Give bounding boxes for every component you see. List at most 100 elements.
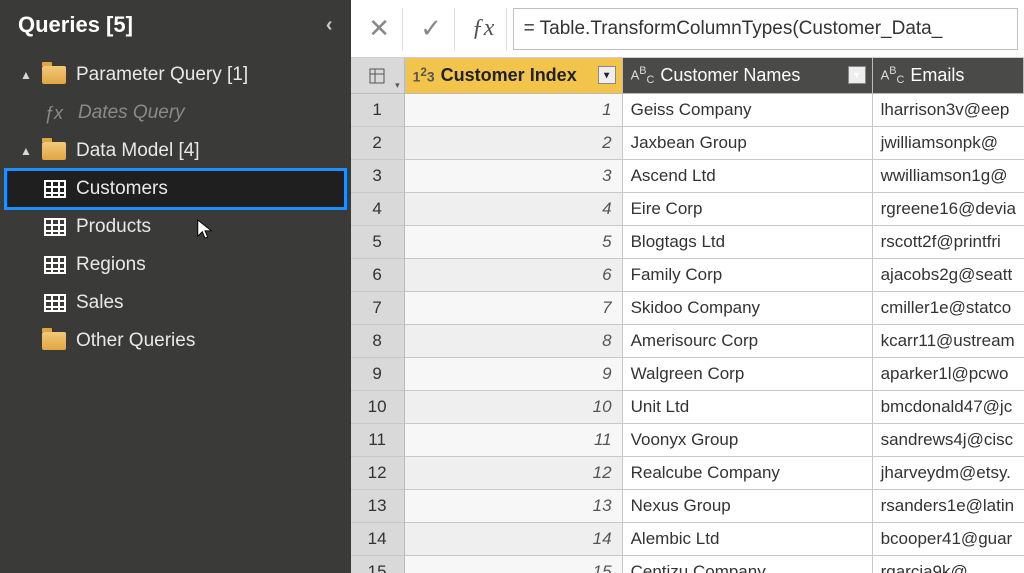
cell-customer-name[interactable]: Amerisourc Corp: [623, 325, 873, 358]
cell-email[interactable]: kcarr11@ustream: [873, 325, 1024, 358]
queries-tree: ▲ Parameter Query [1] ƒx Dates Query ▲ D…: [0, 56, 351, 360]
select-all-corner[interactable]: ▾: [351, 58, 405, 94]
cell-customer-index[interactable]: 8: [405, 325, 623, 358]
row-number[interactable]: 13: [351, 490, 405, 523]
row-number[interactable]: 12: [351, 457, 405, 490]
cell-customer-index[interactable]: 1: [405, 94, 623, 127]
cell-customer-name[interactable]: Unit Ltd: [623, 391, 873, 424]
table-row[interactable]: 55Blogtags Ltdrscott2f@printfri: [351, 226, 1024, 259]
query-regions[interactable]: Regions: [6, 246, 345, 284]
group-other-queries[interactable]: Other Queries: [6, 322, 345, 360]
cell-customer-name[interactable]: Jaxbean Group: [623, 127, 873, 160]
cell-customer-name[interactable]: Nexus Group: [623, 490, 873, 523]
query-customers[interactable]: Customers: [6, 170, 345, 208]
cell-customer-index[interactable]: 11: [405, 424, 623, 457]
cell-customer-index[interactable]: 12: [405, 457, 623, 490]
row-number[interactable]: 1: [351, 94, 405, 127]
collapse-pane-button[interactable]: ‹: [326, 14, 333, 37]
column-header-emails[interactable]: ABC Emails: [873, 58, 1024, 94]
table-row[interactable]: 1010Unit Ltdbmcdonald47@jc: [351, 391, 1024, 424]
row-number[interactable]: 6: [351, 259, 405, 292]
cell-customer-name[interactable]: Realcube Company: [623, 457, 873, 490]
cell-customer-index[interactable]: 5: [405, 226, 623, 259]
row-number[interactable]: 11: [351, 424, 405, 457]
cell-customer-name[interactable]: Eire Corp: [623, 193, 873, 226]
cell-customer-name[interactable]: Skidoo Company: [623, 292, 873, 325]
cell-email[interactable]: jharveydm@etsy.: [873, 457, 1024, 490]
row-number[interactable]: 15: [351, 556, 405, 573]
cell-customer-index[interactable]: 6: [405, 259, 623, 292]
fx-button[interactable]: ƒx: [461, 8, 507, 50]
column-header-customer-index[interactable]: 123 Customer Index ▾: [405, 58, 623, 94]
cell-customer-index[interactable]: 4: [405, 193, 623, 226]
table-row[interactable]: 99Walgreen Corpaparker1l@pcwo: [351, 358, 1024, 391]
table-row[interactable]: 66Family Corpajacobs2g@seatt: [351, 259, 1024, 292]
group-data-model[interactable]: ▲ Data Model [4]: [6, 132, 345, 170]
table-row[interactable]: 33Ascend Ltdwwilliamson1g@: [351, 160, 1024, 193]
table-row[interactable]: 1212Realcube Companyjharveydm@etsy.: [351, 457, 1024, 490]
table-row[interactable]: 11Geiss Companylharrison3v@eep: [351, 94, 1024, 127]
cell-customer-index[interactable]: 7: [405, 292, 623, 325]
chevron-down-icon: ▾: [395, 80, 400, 91]
column-filter-button[interactable]: ▾: [848, 66, 866, 84]
cell-customer-index[interactable]: 2: [405, 127, 623, 160]
table-row[interactable]: 1515Centizu Companyrgarcia9k@: [351, 556, 1024, 573]
table-row[interactable]: 1414Alembic Ltdbcooper41@guar: [351, 523, 1024, 556]
row-number[interactable]: 9: [351, 358, 405, 391]
cell-customer-index[interactable]: 10: [405, 391, 623, 424]
cell-customer-name[interactable]: Family Corp: [623, 259, 873, 292]
table-row[interactable]: 88Amerisourc Corpkcarr11@ustream: [351, 325, 1024, 358]
cell-email[interactable]: rscott2f@printfri: [873, 226, 1024, 259]
row-number[interactable]: 3: [351, 160, 405, 193]
column-filter-button[interactable]: ▾: [598, 66, 616, 84]
cell-email[interactable]: lharrison3v@eep: [873, 94, 1024, 127]
cell-email[interactable]: bcooper41@guar: [873, 523, 1024, 556]
grid-body[interactable]: 11Geiss Companylharrison3v@eep22Jaxbean …: [351, 94, 1024, 573]
table-row[interactable]: 1111Voonyx Groupsandrews4j@cisc: [351, 424, 1024, 457]
cell-email[interactable]: ajacobs2g@seatt: [873, 259, 1024, 292]
row-number[interactable]: 8: [351, 325, 405, 358]
cell-customer-name[interactable]: Centizu Company: [623, 556, 873, 573]
cell-customer-name[interactable]: Blogtags Ltd: [623, 226, 873, 259]
cell-customer-index[interactable]: 3: [405, 160, 623, 193]
formula-input[interactable]: = Table.TransformColumnTypes(Customer_Da…: [513, 8, 1018, 50]
query-dates-query[interactable]: ƒx Dates Query: [6, 94, 345, 132]
table-row[interactable]: 22Jaxbean Groupjwilliamsonpk@: [351, 127, 1024, 160]
cell-customer-index[interactable]: 14: [405, 523, 623, 556]
cell-customer-name[interactable]: Walgreen Corp: [623, 358, 873, 391]
grid-header: ▾ 123 Customer Index ▾ ABC Customer Name…: [351, 58, 1024, 94]
row-number[interactable]: 5: [351, 226, 405, 259]
query-products[interactable]: Products: [6, 208, 345, 246]
row-number[interactable]: 10: [351, 391, 405, 424]
cell-email[interactable]: sandrews4j@cisc: [873, 424, 1024, 457]
cell-email[interactable]: rgreene16@devia: [873, 193, 1024, 226]
table-icon: [44, 180, 66, 198]
row-number[interactable]: 14: [351, 523, 405, 556]
row-number[interactable]: 2: [351, 127, 405, 160]
cell-email[interactable]: cmiller1e@statco: [873, 292, 1024, 325]
cell-customer-index[interactable]: 9: [405, 358, 623, 391]
row-number[interactable]: 7: [351, 292, 405, 325]
cancel-formula-button[interactable]: ✕: [357, 8, 403, 50]
cell-customer-name[interactable]: Voonyx Group: [623, 424, 873, 457]
caret-down-icon: ▲: [20, 68, 32, 82]
cell-email[interactable]: wwilliamson1g@: [873, 160, 1024, 193]
cell-customer-index[interactable]: 13: [405, 490, 623, 523]
row-number[interactable]: 4: [351, 193, 405, 226]
table-row[interactable]: 1313Nexus Grouprsanders1e@latin: [351, 490, 1024, 523]
table-row[interactable]: 77Skidoo Companycmiller1e@statco: [351, 292, 1024, 325]
cell-email[interactable]: rsanders1e@latin: [873, 490, 1024, 523]
cell-customer-name[interactable]: Alembic Ltd: [623, 523, 873, 556]
cell-customer-name[interactable]: Ascend Ltd: [623, 160, 873, 193]
cell-email[interactable]: rgarcia9k@: [873, 556, 1024, 573]
cell-email[interactable]: bmcdonald47@jc: [873, 391, 1024, 424]
commit-formula-button[interactable]: ✓: [409, 8, 455, 50]
cell-email[interactable]: aparker1l@pcwo: [873, 358, 1024, 391]
table-row[interactable]: 44Eire Corprgreene16@devia: [351, 193, 1024, 226]
group-parameter-query[interactable]: ▲ Parameter Query [1]: [6, 56, 345, 94]
cell-customer-name[interactable]: Geiss Company: [623, 94, 873, 127]
column-header-customer-names[interactable]: ABC Customer Names ▾: [623, 58, 873, 94]
cell-email[interactable]: jwilliamsonpk@: [873, 127, 1024, 160]
query-sales[interactable]: Sales: [6, 284, 345, 322]
cell-customer-index[interactable]: 15: [405, 556, 623, 573]
